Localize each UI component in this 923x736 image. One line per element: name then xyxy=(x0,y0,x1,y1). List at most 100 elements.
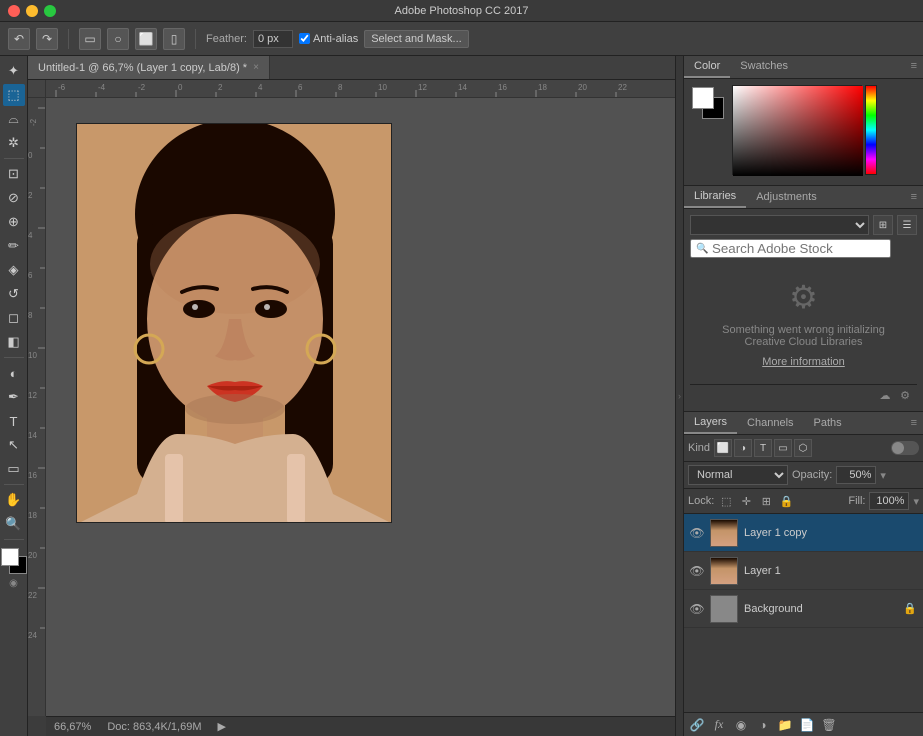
history-forward-button[interactable]: ↷ xyxy=(36,28,58,50)
svg-text:0: 0 xyxy=(28,151,33,160)
lib-list-view-button[interactable]: ☰ xyxy=(897,215,917,235)
layer-adjustment-button[interactable]: ◑ xyxy=(754,716,772,734)
lib-settings-icon[interactable]: ⚙ xyxy=(897,387,913,403)
magic-wand-tool[interactable]: ✲ xyxy=(3,132,25,154)
delete-layer-button[interactable]: 🗑 xyxy=(820,716,838,734)
layer-item-background[interactable]: 👁 Background 🔒 xyxy=(684,590,923,628)
dodge-tool[interactable]: ◐ xyxy=(3,362,25,384)
zoom-tool[interactable]: 🔍 xyxy=(3,513,25,535)
ruler-vertical: -2 0 2 4 6 8 10 xyxy=(28,98,46,716)
foreground-bg-swatches[interactable] xyxy=(1,548,27,574)
doc-arrow[interactable]: ▶ xyxy=(217,720,225,733)
background-visibility-toggle[interactable]: 👁 xyxy=(690,602,704,616)
lib-more-info-link[interactable]: More information xyxy=(762,356,845,368)
fg-bg-swatches[interactable] xyxy=(690,85,726,121)
select-mask-button[interactable]: Select and Mask... xyxy=(364,30,469,48)
channels-tab[interactable]: Channels xyxy=(737,413,803,433)
right-panel: Color Swatches ≡ xyxy=(683,56,923,736)
filter-kind-label: Kind xyxy=(688,442,710,454)
rect-select-icon[interactable]: ▭ xyxy=(79,28,101,50)
new-layer-button[interactable]: 📄 xyxy=(798,716,816,734)
color-tab[interactable]: Color xyxy=(684,56,730,78)
color-picker-gradient[interactable] xyxy=(732,85,862,175)
brush-tool[interactable]: ✏ xyxy=(3,235,25,257)
svg-text:10: 10 xyxy=(378,83,387,92)
layer-item-layer1[interactable]: 👁 Layer 1 xyxy=(684,552,923,590)
lasso-tool[interactable]: ⌓ xyxy=(3,108,25,130)
libraries-tab[interactable]: Libraries xyxy=(684,186,746,208)
pen-tool[interactable]: ✒ xyxy=(3,386,25,408)
layer-fx-button[interactable]: fx xyxy=(710,716,728,734)
lock-all-button[interactable]: 🔒 xyxy=(778,493,794,509)
color-hue-bar[interactable] xyxy=(865,85,877,175)
single-row-icon[interactable]: ⬜ xyxy=(135,28,157,50)
clone-stamp-tool[interactable]: ◈ xyxy=(3,259,25,281)
eyedropper-tool[interactable]: ⊘ xyxy=(3,187,25,209)
history-brush-tool[interactable]: ↺ xyxy=(3,283,25,305)
tab-close-button[interactable]: × xyxy=(253,62,259,73)
layer1copy-visibility-toggle[interactable]: 👁 xyxy=(690,526,704,540)
color-panel-menu-icon[interactable]: ≡ xyxy=(905,56,923,78)
layer1-thumbnail xyxy=(710,557,738,585)
document-tab[interactable]: Untitled-1 @ 66,7% (Layer 1 copy, Lab/8)… xyxy=(28,56,270,79)
libraries-empty-state: ⚙ Something went wrong initializing Crea… xyxy=(690,262,917,384)
maximize-button[interactable] xyxy=(44,5,56,17)
lib-grid-view-button[interactable]: ⊞ xyxy=(873,215,893,235)
canvas-area: Untitled-1 @ 66,7% (Layer 1 copy, Lab/8)… xyxy=(28,56,675,736)
lib-search-input[interactable] xyxy=(690,239,891,258)
pixel-filter-icon[interactable]: ⬜ xyxy=(714,439,732,457)
filter-toggle[interactable] xyxy=(891,441,919,455)
eraser-tool[interactable]: ◻ xyxy=(3,307,25,329)
lock-pixel-button[interactable]: ⬚ xyxy=(718,493,734,509)
healing-tool[interactable]: ⊕ xyxy=(3,211,25,233)
paths-tab[interactable]: Paths xyxy=(804,413,852,433)
anti-alias-checkbox[interactable]: Anti-alias xyxy=(299,33,358,45)
layer-mask-button[interactable]: ◉ xyxy=(732,716,750,734)
minimize-button[interactable] xyxy=(26,5,38,17)
layer-link-button[interactable]: 🔗 xyxy=(688,716,706,734)
type-filter-icon[interactable]: T xyxy=(754,439,772,457)
color-content xyxy=(684,79,923,181)
layer1-visibility-toggle[interactable]: 👁 xyxy=(690,564,704,578)
adjustments-tab[interactable]: Adjustments xyxy=(746,187,827,207)
lock-artboard-button[interactable]: ⊞ xyxy=(758,493,774,509)
crop-tool[interactable]: ⊡ xyxy=(3,163,25,185)
shape-tool[interactable]: ▭ xyxy=(3,458,25,480)
shape-filter-icon[interactable]: ▭ xyxy=(774,439,792,457)
fill-input[interactable] xyxy=(869,492,909,510)
layer-item-layer1copy[interactable]: 👁 Layer 1 copy xyxy=(684,514,923,552)
gradient-tool[interactable]: ◧ xyxy=(3,331,25,353)
libraries-panel-menu-icon[interactable]: ≡ xyxy=(905,187,923,207)
selection-tool[interactable]: ⬚ xyxy=(3,84,25,106)
blend-mode-dropdown[interactable]: Normal xyxy=(688,465,788,485)
lib-source-dropdown[interactable] xyxy=(690,215,869,235)
adjustment-filter-icon[interactable]: ◑ xyxy=(734,439,752,457)
canvas-viewport[interactable] xyxy=(46,98,675,716)
toolbar: ↶ ↷ ▭ ○ ⬜ ▯ Feather: Anti-alias Select a… xyxy=(0,22,923,56)
feather-input[interactable] xyxy=(253,30,293,48)
single-col-icon[interactable]: ▯ xyxy=(163,28,185,50)
close-button[interactable] xyxy=(8,5,20,17)
path-select-tool[interactable]: ↖ xyxy=(3,434,25,456)
quick-mask-icon[interactable]: ◉ xyxy=(9,578,18,589)
hand-tool[interactable]: ✋ xyxy=(3,489,25,511)
fill-arrow-icon[interactable]: ▾ xyxy=(913,495,919,508)
svg-text:14: 14 xyxy=(28,431,37,440)
foreground-color-swatch[interactable] xyxy=(1,548,19,566)
right-panel-collapse[interactable]: › xyxy=(675,56,683,736)
opacity-arrow-icon[interactable]: ▾ xyxy=(880,469,886,482)
smart-filter-icon[interactable]: ⬡ xyxy=(794,439,812,457)
layer-group-button[interactable]: 📁 xyxy=(776,716,794,734)
lock-move-button[interactable]: ✛ xyxy=(738,493,754,509)
fg-color-swatch[interactable] xyxy=(692,87,714,109)
history-back-button[interactable]: ↶ xyxy=(8,28,30,50)
swatches-tab[interactable]: Swatches xyxy=(730,56,798,78)
move-tool[interactable]: ✦ xyxy=(3,60,25,82)
layers-panel-menu-icon[interactable]: ≡ xyxy=(905,413,923,433)
lib-cloud-icon[interactable]: ☁ xyxy=(877,387,893,403)
ellipse-select-icon[interactable]: ○ xyxy=(107,28,129,50)
opacity-input[interactable] xyxy=(836,466,876,484)
color-spectrum[interactable] xyxy=(732,85,877,175)
layers-tab[interactable]: Layers xyxy=(684,412,737,434)
text-tool[interactable]: T xyxy=(3,410,25,432)
